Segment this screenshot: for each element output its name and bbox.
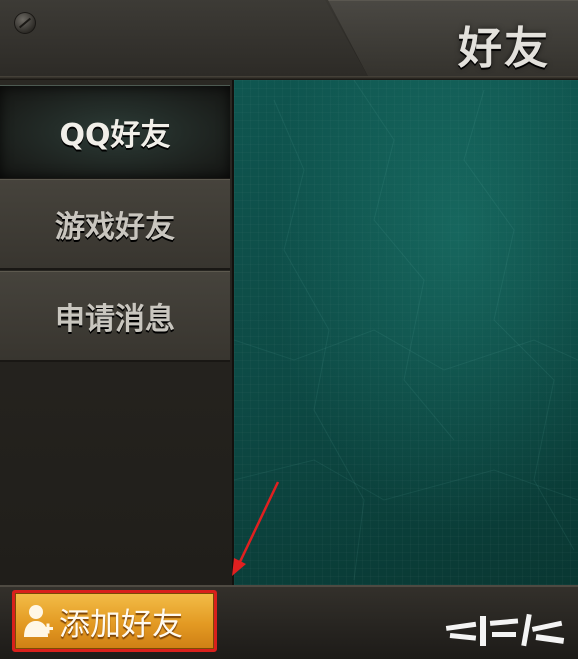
- user-plus-icon: [24, 605, 53, 637]
- annotation-arrow: [232, 481, 280, 576]
- header-left-panel: [0, 0, 370, 80]
- add-friend-button[interactable]: 添加好友: [12, 590, 217, 652]
- header-bar: 好友: [0, 0, 578, 80]
- sidebar-item-label: 申请消息: [55, 302, 175, 337]
- sidebar: QQ好友 游戏好友 申请消息: [0, 80, 234, 585]
- corner-bolt-icon: [14, 12, 36, 34]
- watermark-scribble: [445, 613, 565, 647]
- sidebar-item-game-friends[interactable]: 游戏好友: [0, 179, 230, 270]
- sidebar-item-requests[interactable]: 申请消息: [0, 271, 230, 362]
- page-title: 好友: [458, 23, 550, 74]
- sidebar-item-label: 游戏好友: [55, 210, 175, 245]
- sidebar-item-label: QQ好友: [59, 118, 171, 153]
- add-friend-label: 添加好友: [59, 606, 183, 643]
- sidebar-item-qq-friends[interactable]: QQ好友: [0, 85, 230, 180]
